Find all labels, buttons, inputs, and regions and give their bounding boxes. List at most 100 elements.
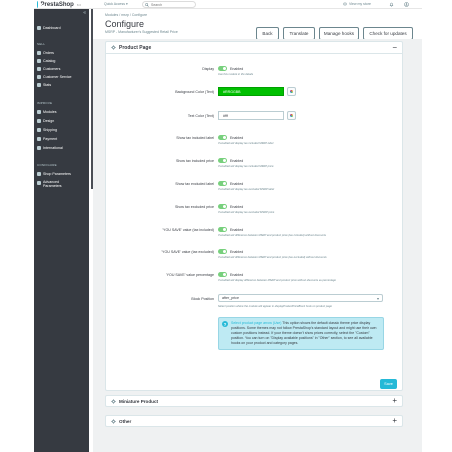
text-color-input[interactable]: #fff xyxy=(218,111,284,120)
shipping-icon xyxy=(37,128,41,132)
info-link[interactable]: Select product page arrow (Use) xyxy=(231,321,281,325)
sidebar-section-improve: IMPROVE xyxy=(37,101,53,105)
field-label: 'YOU SAVE' value (tax excluded) xyxy=(161,250,214,254)
collapse-toggle[interactable]: − xyxy=(392,43,397,52)
panel-header[interactable]: Other + xyxy=(106,416,402,426)
sidebar-item-label: Design xyxy=(43,119,55,123)
sidebar-item-label: Advanced Parameters xyxy=(43,180,62,188)
panel-header[interactable]: Product Page − xyxy=(106,42,402,54)
sidebar-item-label: Orders xyxy=(43,51,54,55)
sidebar-item-advanced-parameters[interactable]: Advanced Parameters xyxy=(34,180,89,191)
chevron-down-icon: ▾ xyxy=(376,296,379,301)
sidebar-item-catalog[interactable]: Catalog xyxy=(34,57,89,65)
expand-toggle[interactable]: + xyxy=(392,396,397,405)
catalog-icon xyxy=(37,59,41,63)
field-label: Background Color (Text) xyxy=(175,90,214,94)
field-label: Block Position xyxy=(191,297,214,301)
sidebar-item-modules[interactable]: Modules xyxy=(34,108,89,116)
miniature-product-panel: Miniature Product + xyxy=(105,395,403,407)
toggle-switch[interactable] xyxy=(218,204,227,209)
orders-icon xyxy=(37,51,41,55)
view-store-link[interactable]: View my store xyxy=(343,2,371,6)
breadcrumb[interactable]: Modules / msrp / Configure xyxy=(105,13,147,17)
user-avatar-icon[interactable] xyxy=(404,2,409,7)
sidebar-item-payment[interactable]: Payment xyxy=(34,135,89,143)
field-label: 'YOU SAVE' value percentage xyxy=(165,273,214,277)
display-switch[interactable] xyxy=(218,66,227,71)
page-subtitle: MSRP - Manufacturer's Suggested Retail P… xyxy=(105,30,178,34)
logo-text: PrestaShop xyxy=(40,1,74,8)
payment-icon xyxy=(37,137,41,141)
sidebar-item-dashboard[interactable]: Dashboard xyxy=(34,24,89,32)
sidebar-item-stats[interactable]: Stats xyxy=(34,81,89,89)
block-position-select[interactable]: after_price ▾ xyxy=(218,294,383,302)
page-header: Modules / msrp / Configure Configure MSR… xyxy=(93,9,422,40)
help-text: Select position where the module will ap… xyxy=(218,305,332,308)
sidebar-item-customer-service[interactable]: Customer Service xyxy=(34,73,89,81)
sidebar-item-label: Dashboard xyxy=(43,26,61,30)
sidebar-item-label: Catalog xyxy=(43,59,56,63)
dashboard-icon xyxy=(37,26,41,30)
info-alert: ? Select product page arrow (Use) This o… xyxy=(218,317,384,350)
sidebar-item-label: Customers xyxy=(43,67,61,71)
customers-icon xyxy=(37,67,41,71)
field-label: Show tax included price xyxy=(176,159,214,163)
toggle-switch[interactable] xyxy=(218,135,227,140)
help-text: If enabled will difference between MSRP … xyxy=(218,234,326,237)
field-label: Show tax excluded label xyxy=(175,182,214,186)
stats-icon xyxy=(37,83,41,87)
sidebar-section-configure: CONFIGURE xyxy=(37,163,57,167)
prestashop-logo-icon xyxy=(37,1,45,8)
switch-state: Enabled xyxy=(230,67,244,71)
sidebar-item-label: Modules xyxy=(43,110,57,114)
sidebar-item-international[interactable]: International xyxy=(34,144,89,152)
select-value: after_price xyxy=(222,296,239,300)
panel-title: Miniature Product xyxy=(119,398,159,404)
color-picker-icon[interactable] xyxy=(287,87,296,96)
sidebar: « Dashboard SELL Orders Catalog Customer… xyxy=(34,9,89,452)
save-button[interactable]: Save xyxy=(380,379,397,389)
sidebar-item-customers[interactable]: Customers xyxy=(34,65,89,73)
quick-access-dropdown[interactable]: Quick Access ▾ xyxy=(104,2,128,6)
switch-state: Enabled xyxy=(230,136,244,140)
color-picker-icon[interactable] xyxy=(287,111,296,120)
sidebar-item-design[interactable]: Design xyxy=(34,117,89,125)
page-title: Configure xyxy=(105,19,145,29)
switch-state: Enabled xyxy=(230,250,244,254)
switch-state: Enabled xyxy=(230,228,244,232)
sidebar-item-shipping[interactable]: Shipping xyxy=(34,126,89,134)
toggle-switch[interactable] xyxy=(218,181,227,186)
toggle-switch[interactable] xyxy=(218,249,227,254)
switch-state: Enabled xyxy=(230,159,244,163)
sidebar-item-label: Shipping xyxy=(43,128,57,132)
help-text: If enabled will difference between MSRP … xyxy=(218,256,327,259)
search-input[interactable] xyxy=(151,2,195,7)
toggle-switch[interactable] xyxy=(218,158,227,163)
prestashop-logo[interactable]: PrestaShop 8.0 xyxy=(37,1,81,8)
background-color-input[interactable]: #RRGGBB xyxy=(218,87,284,96)
sidebar-item-label: Payment xyxy=(43,137,58,141)
toggle-switch[interactable] xyxy=(218,227,227,232)
expand-toggle[interactable]: + xyxy=(392,416,397,425)
other-panel: Other + xyxy=(105,415,403,427)
sidebar-item-shop-parameters[interactable]: Shop Parameters xyxy=(34,170,89,178)
globe-icon xyxy=(37,146,41,150)
sidebar-item-label: Customer Service xyxy=(43,75,72,79)
main-content: Product Page − Display Enabled Use this … xyxy=(93,39,422,452)
search-box[interactable] xyxy=(142,1,196,8)
collapse-sidebar-icon[interactable]: « xyxy=(83,11,86,16)
view-store-label: View my store xyxy=(349,2,371,6)
advanced-icon xyxy=(37,181,41,185)
switch-state: Enabled xyxy=(230,182,244,186)
sidebar-item-label: Stats xyxy=(43,83,52,87)
field-label: Text Color (Text) xyxy=(187,114,214,118)
toggle-switch[interactable] xyxy=(218,272,227,277)
switch-state: Enabled xyxy=(230,273,244,277)
sidebar-item-orders[interactable]: Orders xyxy=(34,49,89,57)
settings-icon xyxy=(37,172,41,176)
field-label: Show tax excluded price xyxy=(175,205,214,209)
panel-header[interactable]: Miniature Product + xyxy=(106,396,402,406)
sidebar-item-label: International xyxy=(43,146,63,150)
bell-icon[interactable] xyxy=(389,2,394,7)
top-bar: PrestaShop 8.0 Quick Access ▾ View my st… xyxy=(34,0,422,9)
